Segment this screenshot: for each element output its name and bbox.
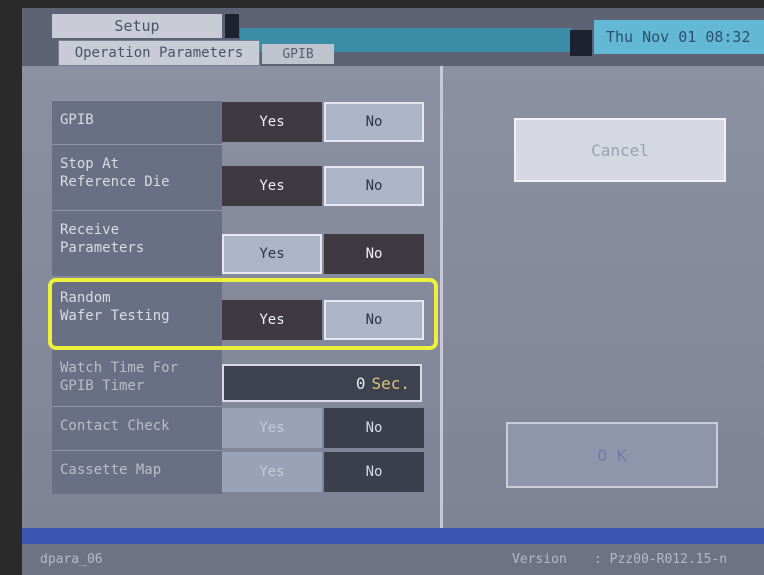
cassette-map-yes-button[interactable]: Yes bbox=[222, 452, 322, 492]
status-bar: dpara_06 Version : Pzz00-R012.15-n bbox=[22, 544, 764, 575]
stop-at-reference-die-no-button[interactable]: No bbox=[324, 166, 424, 206]
receive-parameters-yes-button[interactable]: Yes bbox=[222, 234, 322, 274]
gpib-no-button[interactable]: No bbox=[324, 102, 424, 142]
screen-title-tab: Setup bbox=[52, 14, 222, 38]
contact-check-yes-button[interactable]: Yes bbox=[222, 408, 322, 448]
param-label-text: GPIB bbox=[60, 112, 94, 128]
param-label-cassette-map: Cassette Map bbox=[52, 450, 222, 494]
version-label: Version bbox=[512, 552, 567, 567]
tab-gpib[interactable]: GPIB bbox=[262, 44, 334, 64]
cassette-map-no-button[interactable]: No bbox=[324, 452, 424, 492]
ok-button[interactable]: O K bbox=[506, 422, 718, 488]
param-label-receive-parameters: Receive Parameters bbox=[52, 210, 222, 276]
gpib-timer-value: 0 bbox=[355, 373, 366, 393]
panel-divider bbox=[440, 66, 443, 528]
param-label-text: Contact Check bbox=[60, 418, 170, 434]
screen-id: dpara_06 bbox=[40, 552, 103, 567]
version-value: : Pzz00-R012.15-n bbox=[594, 552, 728, 567]
param-label-line1: Stop At bbox=[60, 156, 120, 172]
param-label-line2: Reference Die bbox=[60, 174, 170, 190]
param-label-line1: Watch Time For bbox=[60, 360, 179, 376]
contact-check-no-button[interactable]: No bbox=[324, 408, 424, 448]
param-label-gpib-timer: Watch Time For GPIB Timer bbox=[52, 348, 222, 406]
param-label-line2: GPIB Timer bbox=[60, 378, 145, 394]
receive-parameters-no-button[interactable]: No bbox=[324, 234, 424, 274]
gpib-yes-button[interactable]: Yes bbox=[222, 102, 322, 142]
footer-accent-bar bbox=[22, 528, 764, 544]
tab-operation-parameters[interactable]: Operation Parameters bbox=[58, 40, 260, 66]
param-label-random-wafer-testing: Random Wafer Testing bbox=[52, 278, 222, 346]
param-label-line1: Random bbox=[60, 290, 111, 306]
param-label-contact-check: Contact Check bbox=[52, 406, 222, 450]
param-label-gpib: GPIB bbox=[52, 100, 222, 144]
random-wafer-testing-yes-button[interactable]: Yes bbox=[222, 300, 322, 340]
param-label-line2: Parameters bbox=[60, 240, 145, 256]
param-label-line1: Receive bbox=[60, 222, 120, 238]
setup-screen: Setup Thu Nov 01 08:32 Operation Paramet… bbox=[22, 8, 764, 575]
cancel-button[interactable]: Cancel bbox=[514, 118, 726, 182]
param-label-stop-at-reference-die: Stop At Reference Die bbox=[52, 144, 222, 210]
header-block-right bbox=[570, 30, 592, 56]
header-block-left bbox=[225, 14, 239, 38]
gpib-timer-unit: Sec. bbox=[371, 373, 410, 393]
param-label-line2: Wafer Testing bbox=[60, 308, 170, 324]
stop-at-reference-die-yes-button[interactable]: Yes bbox=[222, 166, 322, 206]
datetime-display: Thu Nov 01 08:32 bbox=[594, 20, 764, 54]
param-label-text: Cassette Map bbox=[60, 462, 162, 478]
gpib-timer-field[interactable]: 0 Sec. bbox=[222, 364, 422, 402]
random-wafer-testing-no-button[interactable]: No bbox=[324, 300, 424, 340]
